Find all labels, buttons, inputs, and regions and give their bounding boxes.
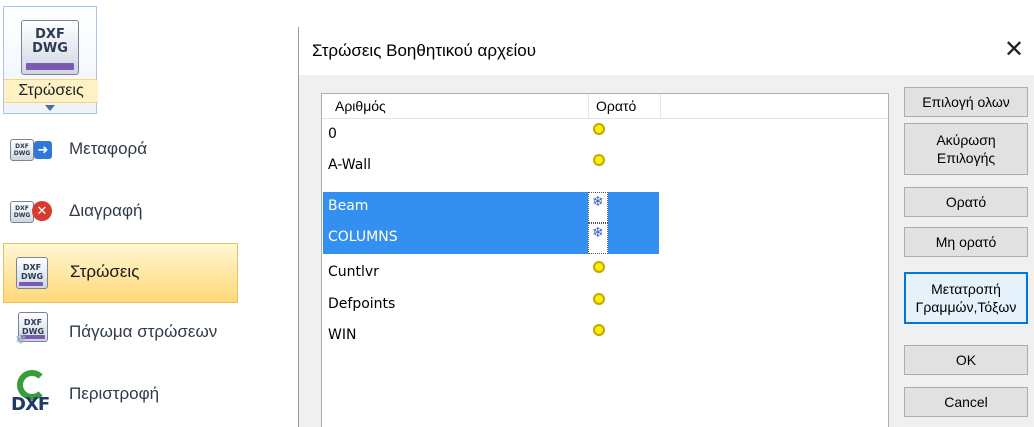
dialog-titlebar: Στρώσεις Βοηθητικού αρχείου ✕ [299,27,1034,75]
cancel-selection-button[interactable]: Ακύρωση Επιλογής [904,123,1028,175]
layer-name: A-Wall [328,157,372,173]
column-header-visible[interactable]: Ορατό [589,94,661,119]
not-visible-button[interactable]: Μη ορατό [904,227,1028,257]
sun-icon[interactable] [588,151,608,171]
layers-ribbon-button[interactable]: DXF DWG Στρώσεις [3,6,98,114]
list-header: Αριθμός Ορατό [322,94,888,119]
snowflake-icon[interactable]: ❄ [588,192,608,223]
menu-item-transfer[interactable]: DXF DWG ➜ Μεταφορά [3,121,238,181]
list-item[interactable]: 0 [323,120,659,151]
icon-text-dwg: DWG [32,41,68,56]
menu-item-label: Μεταφορά [69,139,148,158]
list-item[interactable]: WIN [323,321,659,352]
menu-item-label: Πάγωμα στρώσεων [69,322,218,341]
dxf-rotate-icon: DXF [11,370,55,415]
menu-item-delete[interactable]: DXF DWG ✕ Διαγραφή [3,183,238,243]
column-header-number[interactable]: Αριθμός [322,94,589,119]
icon-stripe [26,63,74,70]
menu-item-label: Στρώσεις [70,262,140,281]
ribbon-label[interactable]: Στρώσεις [4,79,98,103]
close-icon[interactable]: ✕ [999,36,1029,66]
dialog-title: Στρώσεις Βοηθητικού αρχείου [312,41,537,60]
layer-name: COLUMNS [328,229,398,245]
convert-lines-arcs-button[interactable]: Μετατροπή Γραμμών,Τόξων [904,272,1028,324]
layer-name: 0 [328,126,337,142]
visible-button[interactable]: Ορατό [904,187,1028,217]
select-all-button[interactable]: Επιλογή ολων [904,87,1028,117]
dxf-freeze-icon: DXF DWG ❄ [15,312,59,352]
snowflake-icon[interactable]: ❄ [588,223,608,254]
list-item[interactable]: Beam ❄ [323,192,659,223]
list-item[interactable]: Defpoints [323,290,659,321]
menu-item-rotate[interactable]: DXF Περιστροφή [3,366,238,426]
sun-icon[interactable] [588,258,608,278]
dxf-layers-icon: DXF DWG [16,257,48,289]
chevron-down-icon[interactable] [45,105,55,111]
layers-dropdown-menu: DXF DWG ➜ Μεταφορά DXF DWG ✕ Διαγραφή DXF D… [0,114,240,427]
sun-icon[interactable] [588,290,608,310]
menu-item-label: Περιστροφή [69,384,160,403]
layer-name: Beam [328,198,369,214]
dxf-delete-icon: DXF DWG ✕ [10,201,54,225]
sun-icon[interactable] [588,120,608,140]
list-item[interactable]: COLUMNS ❄ [323,223,659,254]
layer-name: Defpoints [328,296,396,312]
list-item[interactable]: Cuntlvr [323,258,659,289]
layer-name: Cuntlvr [328,264,379,280]
dxf-dwg-icon: DXF DWG [21,20,79,75]
dxf-transfer-icon: DXF DWG ➜ [10,139,54,163]
cancel-button[interactable]: Cancel [904,387,1028,417]
layer-name: WIN [328,327,357,343]
icon-text-dxf: DXF [35,27,65,42]
layers-dialog: Στρώσεις Βοηθητικού αρχείου ✕ Αριθμός Ορ… [298,27,1034,427]
layers-list[interactable]: Αριθμός Ορατό 0 A-Wall Beam ❄ COLUMNS ❄ … [321,93,889,427]
menu-item-layers[interactable]: DXF DWG Στρώσεις [3,243,238,303]
sun-icon[interactable] [588,321,608,341]
list-item[interactable]: A-Wall [323,151,659,182]
ok-button[interactable]: OK [904,345,1028,375]
menu-item-freeze-layers[interactable]: DXF DWG ❄ Πάγωμα στρώσεων [3,304,238,364]
menu-item-label: Διαγραφή [69,201,143,220]
